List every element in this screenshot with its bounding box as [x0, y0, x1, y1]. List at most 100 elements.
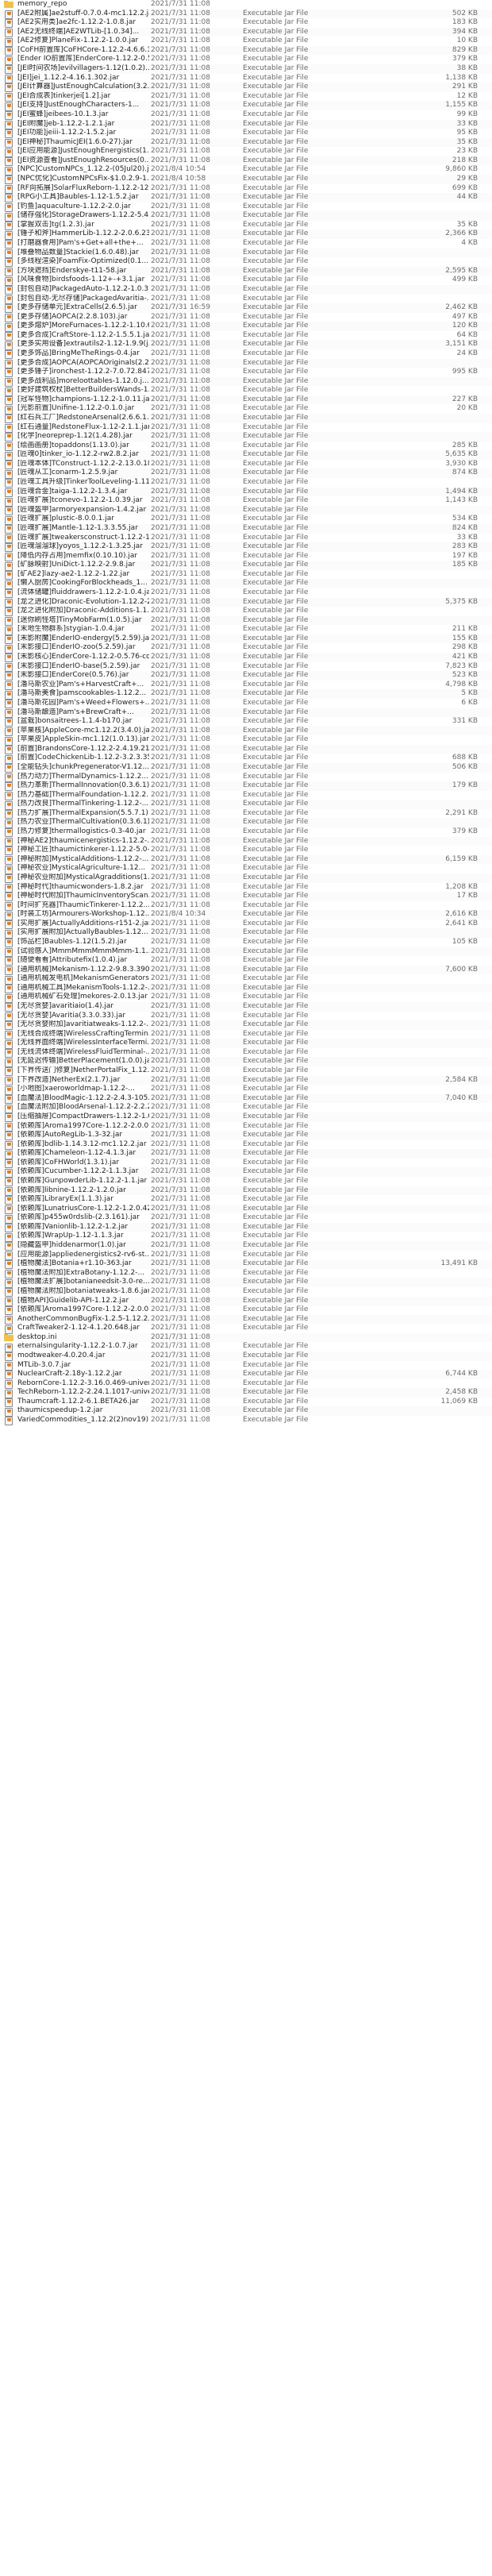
file-name[interactable]: [依赖库]LibraryEx(1.1.3).jar	[17, 1195, 149, 1205]
file-name[interactable]: [红石兵工厂]RedstoneArsenal(2.6.6.1...	[17, 414, 149, 423]
file-row[interactable]: [前置]BrandonsCore-1.12.2-2.4.19.21... 2021…	[0, 744, 492, 755]
file-row[interactable]: [下界传送门修复]NetherPortalFix_1.12... 2021/7/3…	[0, 1066, 492, 1077]
file-name[interactable]: [热力农业]ThermalCultivation(0.3.6.1)j...	[17, 818, 149, 827]
file-row[interactable]: [JEI功能]jeiii-1.12.2-1.5.2.jar 2021/7/31 1…	[0, 129, 492, 139]
file-name[interactable]: [实用扩展]ActuallyAdditions-r151-2.jar	[17, 920, 149, 929]
file-name[interactable]: [流体储罐]fluiddrawers-1.12.2-1.0.4.jar	[17, 588, 149, 598]
file-name[interactable]: [依赖库]Cucumber-1.12.2-1.1.3.jar	[17, 1167, 149, 1177]
file-name[interactable]: [依赖库]libnine-1.12.2-1.2.0.jar	[17, 1186, 149, 1196]
file-row[interactable]: [神秘时代附加]ThaumicInventoryScan... 2021/7/31…	[0, 892, 492, 902]
file-row[interactable]: [龙之进化附加]Draconic-Additions-1.1... 2021/7/…	[0, 607, 492, 617]
file-row[interactable]: [AE2实用类]ae2fc-1.12.2-1.0.8.jar 2021/7/31 …	[0, 18, 492, 29]
file-name[interactable]: [热力革新]ThermalInnovation(0.3.6.1)j...	[17, 781, 149, 791]
file-name[interactable]: TechReborn-1.12.2-2.24.1.1017-unive...	[17, 1388, 149, 1398]
file-row[interactable]: [JEI附魔]jeb-1.12.2-1.2.1.jar 2021/7/31 11:…	[0, 119, 492, 129]
file-row[interactable]: [随便看看]Attributefix(1.0.4).jar 2021/7/31 1…	[0, 956, 492, 966]
file-row[interactable]: eternalsingularity-1.12.2-1.0.7.jar 2021/…	[0, 1342, 492, 1352]
file-name[interactable]: [匠魂扩展]Mantle-1.12-1.3.3.55.jar	[17, 524, 149, 534]
file-name[interactable]: [匠魂本体]TConstruct-1.12.2-2.13.0.18...	[17, 460, 149, 469]
file-row[interactable]: [无延迟传输]BetterPlacement(1.0.0).jar 2021/7/…	[0, 1057, 492, 1067]
file-name[interactable]: [依赖库]Aroma1997Core-1.12.2-2.0.0...	[17, 1305, 149, 1315]
file-name[interactable]: [光影前置]Unifine-1.12.2-0.1.0.jar	[17, 404, 149, 414]
file-row[interactable]: [无尽贪婪]avaritiaio(1.4).jar 2021/7/31 11:08…	[0, 1002, 492, 1012]
file-name[interactable]: [神秘工匠]thaumictinkerer-1.12.2-5.0-b...	[17, 846, 149, 855]
file-name[interactable]: CraftTweaker2-1.12-4.1.20.648.jar	[17, 1324, 149, 1333]
file-row[interactable]: [依赖库]Cucumber-1.12.2-1.1.3.jar 2021/7/31 …	[0, 1167, 492, 1178]
file-name[interactable]: [植物API]Guidelib-API-1.12.2.jar	[17, 1297, 149, 1306]
file-row[interactable]: [打磨器食用]Pam's+Get+all+the+... 2021/7/31 11…	[0, 239, 492, 249]
file-name[interactable]: [更多饰品]BringMeTheRings-0.4.jar	[17, 349, 149, 359]
file-row[interactable]: [化学]neoreprep-1.12(1.4.28).jar 2021/7/31 …	[0, 432, 492, 442]
file-row[interactable]: [依赖库]LunatriusCore-1.12.2-1.2.0.42-... 20…	[0, 1204, 492, 1215]
file-name[interactable]: [匠魂合金]taiga-1.12.2-1.3.4.jar	[17, 488, 149, 497]
file-name[interactable]: [全能钻头]chunkPregenerator-V1.12...	[17, 763, 149, 773]
file-name[interactable]: [AE2附属]ae2stuff-0.7.0.4-mc1.12.2.jar	[17, 10, 149, 19]
file-row[interactable]: [潘马斯酿造]Pam's+BrewCraft+... 2021/7/31 11:0…	[0, 708, 492, 718]
file-name[interactable]: [神秘时代附加]ThaumicInventoryScan...	[17, 892, 149, 901]
file-row[interactable]: [前置]CodeChickenLib-1.12.2-3.2.3.35... 202…	[0, 754, 492, 764]
file-name[interactable]: [时装工坊]Armourers-Workshop-1.12...	[17, 910, 149, 920]
file-name[interactable]: [通用机械发电机]MekanismGenerators...	[17, 974, 149, 984]
file-name[interactable]: thaumicspeedup-1.2.jar	[17, 1406, 149, 1416]
file-row[interactable]: [更多合成]AOPCA(AOPCAOriginals(2.2... 2021/7/…	[0, 358, 492, 368]
file-row[interactable]: [通用机械矿石处理]mekores-2.0.13.jar 2021/7/31 11…	[0, 993, 492, 1003]
file-row[interactable]: [JEI时间农场]evilvillagers-1.12(1.0.2)... 202…	[0, 64, 492, 75]
file-name[interactable]: desktop.ini	[17, 1333, 149, 1343]
file-name[interactable]: [试验感人]MmmMmmMmmMmm-1.1...	[17, 947, 149, 957]
file-row[interactable]: [匠魂扩展]tconevo-1.12.2-1.0.39.jar 2021/7/31…	[0, 496, 492, 507]
file-name[interactable]: [JEI时间农场]evilvillagers-1.12(1.0.2)...	[17, 64, 149, 74]
file-row[interactable]: [更多存储单元]ExtraCells(2.6.5).jar 2021/7/31 1…	[0, 303, 492, 314]
file-name[interactable]: [无尽贪婪]Avaritia(3.3.0.33).jar	[17, 1012, 149, 1021]
file-name[interactable]: [无线界面终端]WirelessInterfaceTermi...	[17, 1039, 149, 1048]
file-name[interactable]: memory_repo	[17, 0, 149, 10]
file-name[interactable]: [JEI神秘]ThaumicJEI(1.6.0-27).jar	[17, 138, 149, 148]
file-row[interactable]: [时装工坊]Armourers-Workshop-1.12... 2021/8/4…	[0, 910, 492, 920]
file-name[interactable]: eternalsingularity-1.12.2-1.0.7.jar	[17, 1342, 149, 1352]
file-row[interactable]: [红石通量]RedstoneFlux-1.12-2.1.1.jar 2021/7/…	[0, 423, 492, 433]
file-name[interactable]: [末影附魔]EnderIO-endergy(5.2.59).jar	[17, 634, 149, 644]
file-row[interactable]: [流体储罐]fluiddrawers-1.12.2-1.0.4.jar 2021/…	[0, 588, 492, 599]
file-name[interactable]: [植物魔法附加]ExtraBotany-1.12.2-...	[17, 1269, 149, 1278]
file-name[interactable]: [依赖库]Aroma1997Core-1.12.2-2.0.0...	[17, 1122, 149, 1132]
file-name[interactable]: [依赖库]bdlib-1.14.3.12-mc1.12.2.jar	[17, 1140, 149, 1150]
file-row[interactable]: [龙之进化]Draconic-Evolution-1.12.2-2... 2021…	[0, 597, 492, 607]
file-row[interactable]: [植物API]Guidelib-API-1.12.2.jar 2021/7/31 …	[0, 1296, 492, 1306]
file-name[interactable]: [更多锤子]ironchest-1.12.2-7.0.72.847.jar	[17, 368, 149, 377]
file-name[interactable]: [无线合成终端]WirelessCraftingTermin...	[17, 1030, 149, 1039]
file-name[interactable]: [JEI附魔]jeb-1.12.2-1.2.1.jar	[17, 120, 149, 129]
file-name[interactable]: MTLib-3.0.7.jar	[17, 1361, 149, 1371]
file-row[interactable]: [依赖库]CoFHWorld(1.3.1).jar 2021/7/31 11:08…	[0, 1159, 492, 1169]
file-row[interactable]: [匠魂溜溜球]yoyos_1.12.2-1.3.25.jar 2021/7/31 …	[0, 542, 492, 553]
file-name[interactable]: [多线程渲染]FoamFix-Optimized(0.1...	[17, 257, 149, 267]
file-row[interactable]: [神秘工匠]thaumictinkerer-1.12.2-5.0-b... 202…	[0, 846, 492, 856]
file-row[interactable]: desktop.ini 2021/7/31 11:08	[0, 1332, 492, 1343]
file-row[interactable]: [神秘时代]thaumicwonders-1.8.2.jar 2021/7/31 …	[0, 883, 492, 893]
file-row[interactable]: [储存强化]StorageDrawers-1.12.2-5.4.0.jar202…	[0, 211, 492, 222]
file-row[interactable]: [通用机械]Mekanism-1.12.2-9.8.3.390.j... 2021…	[0, 965, 492, 975]
file-name[interactable]: [封包自动-无尽存储]PackagedAvaritia-...	[17, 295, 149, 304]
file-row[interactable]: [更多战利品]moreloottables-1.12.0.j... 2021/7/…	[0, 376, 492, 387]
file-name[interactable]: [时间扩充器]ThaumicTinkerer-1.12.2...	[17, 901, 149, 911]
file-row[interactable]: [匠魂扩展]plustic-8.0.0.1.jar 2021/7/31 11:08…	[0, 515, 492, 525]
file-row[interactable]: [试验感人]MmmMmmMmmMmm-1.1... 2021/7/31 11:08…	[0, 947, 492, 957]
file-name[interactable]: [更多实用设备]extrautils2-1.12-1.9.9(j.jar	[17, 340, 149, 349]
file-row[interactable]: modtweaker-4.0.20.4.jar 2021/7/31 11:08 Ex…	[0, 1351, 492, 1362]
file-row[interactable]: thaumicspeedup-1.2.jar 2021/7/31 11:08 Exe…	[0, 1406, 492, 1417]
file-name[interactable]: [方块遮挡]Enderskye-t11-58.jar	[17, 267, 149, 276]
file-row[interactable]: [红石兵工厂]RedstoneArsenal(2.6.6.1... 2021/7/…	[0, 414, 492, 424]
file-row[interactable]: [通用机械工具]MekanismTools-1.12.2-... 2021/7/3…	[0, 983, 492, 994]
file-row[interactable]: [末地生物群系]stygian-1.0.4.jar 2021/7/31 11:08…	[0, 625, 492, 635]
file-name[interactable]: [依赖库]CoFHWorld(1.3.1).jar	[17, 1159, 149, 1168]
file-row[interactable]: [JEI计算器]JustEnoughCalculation(3.2... 2021…	[0, 83, 492, 93]
file-row[interactable]: [JEI]jei_1.12.2-4.16.1.302.jar 2021/7/31 …	[0, 74, 492, 83]
file-row[interactable]: [封包自动]PackagedAuto-1.12.2-1.0.3... 2021/7…	[0, 284, 492, 295]
file-row[interactable]: CraftTweaker2-1.12-4.1.20.648.jar 2021/7/…	[0, 1324, 492, 1334]
file-name[interactable]: [匠魂从工]conarm-1.2.5.9.jar	[17, 469, 149, 478]
file-row[interactable]: [苹果核]AppleCore-mc1.12.2(3.4.0).jar 2021/7…	[0, 726, 492, 736]
file-name[interactable]: [前置]CodeChickenLib-1.12.2-3.2.3.35...	[17, 754, 149, 763]
file-row[interactable]: TechReborn-1.12.2-2.24.1.1017-unive... 20…	[0, 1388, 492, 1398]
file-row[interactable]: [匠魂本体]TConstruct-1.12.2-2.13.0.18... 2021…	[0, 460, 492, 470]
file-row[interactable]: [潘马斯花园]Pam's+Weed+Flowers+... 2021/7/31 1…	[0, 699, 492, 709]
file-row[interactable]: [光影前置]Unifine-1.12.2-0.1.0.jar 2021/7/31 …	[0, 404, 492, 415]
file-row[interactable]: [热力革新]ThermalInnovation(0.3.6.1)j... 2021…	[0, 781, 492, 792]
